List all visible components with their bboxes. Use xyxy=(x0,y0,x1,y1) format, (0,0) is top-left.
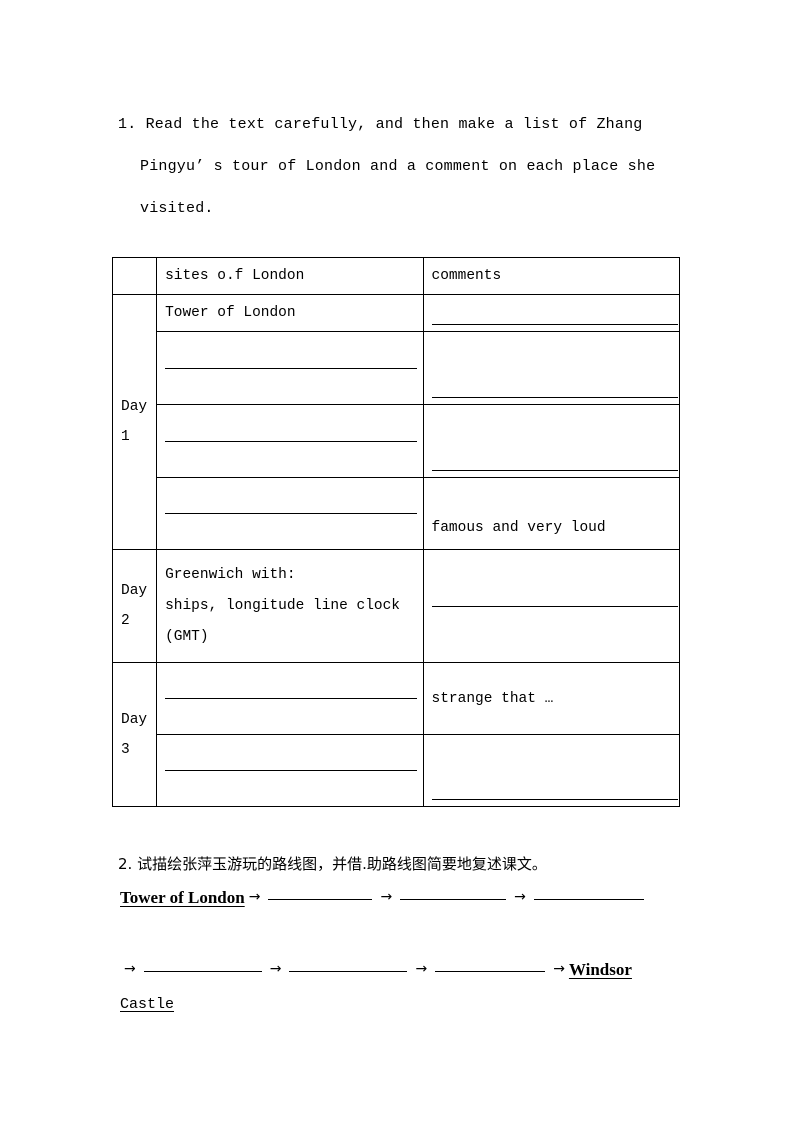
question-1-line-1: 1. Read the text carefully, and then mak… xyxy=(118,116,643,133)
route-blank[interactable] xyxy=(400,898,507,900)
day-label-line2: 3 xyxy=(121,741,130,758)
route-flow-line-3: Castle xyxy=(120,996,174,1013)
sites-cell-day1-c[interactable] xyxy=(156,404,424,478)
comments-cell-tower[interactable] xyxy=(422,294,681,332)
answer-blank-line[interactable] xyxy=(165,698,418,699)
question-1-line-2: Pingyu’ s tour of London and a comment o… xyxy=(140,158,656,175)
site-line-ships: ships, longitude line clock xyxy=(165,597,401,614)
day-cell-day1: Day 1 xyxy=(111,294,158,550)
comment-text-famous-loud: famous and very loud xyxy=(431,520,606,536)
site-line-gmt: (GMT) xyxy=(165,628,209,645)
sites-cell-day3-a[interactable] xyxy=(156,662,424,735)
arrow-icon: → xyxy=(269,961,282,977)
table-row: Day 2 Greenwich with: ships, longitude l… xyxy=(111,549,681,663)
day-label-line2: 1 xyxy=(121,429,130,445)
header-cell-day xyxy=(111,257,158,295)
arrow-icon: → xyxy=(553,961,565,977)
question-2-prompt: 2. 试描绘张萍玉游玩的路线图，并借.助路线图简要地复述课文。 xyxy=(118,855,547,873)
comment-blank-wrapper xyxy=(431,295,679,331)
route-node-castle: Castle xyxy=(120,996,175,1013)
worksheet-page: 1. Read the text carefully, and then mak… xyxy=(0,0,794,1123)
site-blank-wrapper xyxy=(165,405,422,477)
route-blank[interactable] xyxy=(435,970,546,972)
arrow-icon: → xyxy=(248,889,261,905)
route-blank[interactable] xyxy=(268,898,373,900)
comment-text-wrapper: famous and very loud xyxy=(432,478,679,549)
sites-cell-day1-d[interactable] xyxy=(156,477,424,550)
header-cell-comments: comments xyxy=(422,257,681,295)
table-header-row: sites o.f London comments xyxy=(111,257,681,295)
day-label-line1: Day xyxy=(121,583,148,599)
sites-cell-tower: Tower of London xyxy=(156,294,424,332)
route-node-tower-of-london: Tower of London xyxy=(120,888,245,907)
route-node-windsor: Windsor xyxy=(568,960,632,979)
site-blank-wrapper xyxy=(165,478,422,549)
answer-blank-line[interactable] xyxy=(165,770,418,771)
answer-blank-line[interactable] xyxy=(165,367,418,369)
answer-blank-line[interactable] xyxy=(431,324,678,325)
comments-cell-day1-c[interactable] xyxy=(422,404,681,478)
header-label-comments: comments xyxy=(431,268,502,284)
comment-blank-wrapper xyxy=(431,550,679,662)
arrow-icon: → xyxy=(415,961,428,977)
comments-cell-day1-d: famous and very loud xyxy=(422,477,681,550)
comment-blank-wrapper xyxy=(431,735,679,806)
day-label-line2: 2 xyxy=(121,613,130,629)
tour-table: sites o.f London comments Day 1 Tower of… xyxy=(111,257,681,807)
header-cell-sites: sites o.f London xyxy=(156,257,424,295)
answer-blank-line[interactable] xyxy=(165,513,418,514)
answer-blank-line[interactable] xyxy=(431,799,678,800)
day-cell-day3: Day 3 xyxy=(111,662,158,807)
comment-text-wrapper: strange that … xyxy=(432,663,679,734)
route-flow-line-2: → → → → Windsor xyxy=(120,960,632,980)
table-row: famous and very loud xyxy=(113,477,681,550)
route-blank[interactable] xyxy=(533,898,644,900)
table-row: Day 3 strange that … xyxy=(111,662,681,807)
comment-blank-wrapper xyxy=(431,332,679,404)
site-line-greenwich: Greenwich with: xyxy=(165,566,296,583)
route-flow-line-1: Tower of London → → → xyxy=(120,888,648,908)
sites-cell-day3-b[interactable] xyxy=(156,734,424,807)
comments-cell-day3-a: strange that … xyxy=(422,662,681,735)
site-blank-wrapper xyxy=(165,332,422,404)
question-1-line-3: visited. xyxy=(140,200,214,217)
comment-text-strange-that: strange that … xyxy=(431,690,554,707)
answer-blank-line[interactable] xyxy=(431,470,678,471)
table-row: Day 1 Tower of London xyxy=(111,294,681,550)
question-1-block: 1. Read the text carefully, and then mak… xyxy=(118,104,680,230)
arrow-icon: → xyxy=(380,889,393,905)
day-cell-day2: Day 2 xyxy=(111,549,158,663)
comment-blank-wrapper xyxy=(431,405,679,477)
answer-blank-line[interactable] xyxy=(431,605,678,607)
comments-cell-day3-b[interactable] xyxy=(422,734,681,807)
site-name-tower-of-london: Tower of London xyxy=(165,305,296,321)
table-row xyxy=(113,404,681,478)
day-label-line1: Day xyxy=(121,711,148,728)
arrow-icon: → xyxy=(124,961,136,977)
question-2-block: 2. 试描绘张萍玉游玩的路线图，并借.助路线图简要地复述课文。 Tower of… xyxy=(118,852,688,1013)
comments-cell-day1-b[interactable] xyxy=(422,331,681,405)
site-blank-wrapper xyxy=(165,663,422,734)
site-multiline-wrapper: Greenwich with: ships, longitude line cl… xyxy=(165,560,422,653)
route-blank[interactable] xyxy=(289,970,408,972)
route-blank[interactable] xyxy=(143,970,262,972)
day-label-line1: Day xyxy=(121,399,148,415)
table-row xyxy=(113,734,681,807)
site-blank-wrapper xyxy=(165,735,422,806)
sites-cell-greenwich: Greenwich with: ships, longitude line cl… xyxy=(156,549,424,663)
sites-cell-day1-b[interactable] xyxy=(156,331,424,405)
table-row xyxy=(113,331,681,405)
comments-cell-day2[interactable] xyxy=(422,549,681,663)
header-label-sites: sites o.f London xyxy=(165,268,305,284)
answer-blank-line[interactable] xyxy=(431,397,678,398)
arrow-icon: → xyxy=(514,889,526,905)
answer-blank-line[interactable] xyxy=(165,440,418,442)
